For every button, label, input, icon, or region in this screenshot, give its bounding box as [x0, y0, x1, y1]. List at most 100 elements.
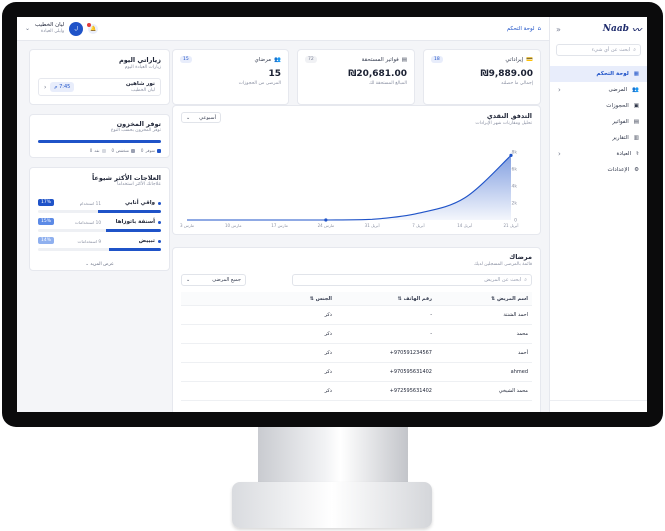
treatment-count: 9 استخدامات: [77, 239, 101, 244]
stat-badge: 18: [431, 56, 443, 63]
sidebar-item-clinic[interactable]: ⚕ العيادة ‹: [550, 146, 647, 162]
cell-name: ahmed: [510, 369, 528, 375]
x-tick-label: أبريل 14: [457, 223, 472, 228]
y-tick-label: 6k: [512, 167, 518, 173]
y-tick-label: 2k: [512, 201, 518, 207]
stat-subtitle: المرضى من الحجوزات: [238, 81, 281, 86]
notification-bell-icon[interactable]: 🔔: [87, 22, 99, 34]
treatments-title: العلاجات الأكثر شيوعاً: [91, 174, 161, 182]
chevron-down-icon[interactable]: ⌄: [25, 25, 30, 32]
stat-subtitle: المبالغ المستحقة لك: [369, 81, 407, 86]
monitor-stand-neck: [258, 427, 408, 487]
treatment-bar: [38, 248, 161, 251]
cell-gender: ذكر: [324, 388, 332, 394]
treatment-row[interactable]: واقي أنابي 11 استخدام 17%: [38, 199, 161, 219]
treatment-name: أسنفة باتوزاها: [115, 219, 155, 225]
user-clinic: وايلي العيادة: [40, 29, 65, 35]
sidebar-item-label: الإعدادات: [607, 167, 630, 173]
stat-card-due-invoices: ▤ فواتير المستحقة 72 ₪20,681.00 المبالغ ا…: [297, 49, 415, 105]
table-row[interactable]: محمد الشيخي +972595631402 ذكر: [181, 382, 532, 401]
stat-label: إيراداتي: [505, 56, 524, 63]
bullet-icon: [158, 220, 161, 224]
visits-card: زياراتي اليوم زيارات العيادة اليوم نور ش…: [29, 49, 170, 105]
patient-filter-select[interactable]: جميع المرضى ⌄: [181, 274, 246, 286]
x-tick-label: أبريل 7: [412, 223, 424, 228]
gear-icon: ⚙: [634, 167, 639, 173]
table-row[interactable]: محمد - ذكر: [181, 325, 532, 344]
patients-subtitle: قائمة بالمرضى المسجلين لديك: [474, 262, 532, 267]
sidebar-item-dashboard[interactable]: ▦ لوحة التحكم: [550, 66, 647, 82]
app-screen: 〰 Naab « ⌕ ابحث عن أي شيء ▦ لوحة التحكم …: [17, 17, 647, 412]
notification-dot: [87, 22, 92, 27]
inventory-card: توفر المخزون توفر المخزون بحسب النوع متو…: [29, 114, 170, 158]
stat-card-revenue: 💳 إيراداتي 18 ₪9,889.00 إجمالي ما حصلته: [423, 49, 541, 105]
sidebar-item-invoices[interactable]: ▤ الفواتير: [550, 114, 647, 130]
chevron-down-icon: ⌄: [186, 114, 191, 121]
collapse-sidebar-icon[interactable]: «: [556, 25, 561, 34]
chevron-left-icon[interactable]: ‹: [44, 84, 46, 91]
visit-time: 7:45 م: [50, 82, 75, 92]
table-row[interactable]: ahmed +970595631402 ذكر: [181, 363, 532, 382]
stethoscope-icon: ⚕: [636, 151, 639, 157]
show-more-link[interactable]: عرض المزيد ⌄: [30, 262, 169, 267]
sidebar-item-label: الفواتير: [612, 119, 629, 125]
home-icon: ⌂: [537, 25, 542, 32]
treatment-row[interactable]: تبييض 9 استخدامات 14%: [38, 237, 161, 257]
breadcrumb-label: لوحة التحكم: [506, 25, 535, 32]
user-menu[interactable]: 🔔 ل ليان الخطيب وايلي العيادة ⌄: [25, 21, 99, 36]
sidebar-item-patients[interactable]: 👥 المرضى ‹: [550, 82, 647, 98]
treatment-percent: 17%: [38, 199, 55, 206]
treatment-bar: [38, 229, 161, 232]
column-header-name[interactable]: اسم المريض ⇅: [432, 296, 532, 302]
calendar-icon: ▣: [633, 103, 639, 109]
logo-mark-icon: 〰: [631, 25, 641, 36]
legend-item: متوفر 0: [141, 148, 161, 153]
table-row[interactable]: احمد الشنتة - ذكر: [181, 306, 532, 325]
y-tick-label: 8k: [512, 150, 518, 156]
stat-label: مرضاي: [254, 56, 272, 63]
inventory-progress-fill: [38, 140, 161, 143]
inventory-legend: متوفر 0 منخفض 0 نفد 0: [90, 148, 161, 153]
treatment-percent: 14%: [38, 237, 55, 244]
patients-table: اسم المريض ⇅ رقم الهاتف ⇅ الجنس ⇅ احمد ا…: [181, 292, 532, 401]
cell-phone: -: [430, 312, 432, 318]
treatment-percent: 15%: [38, 218, 55, 225]
cashflow-card: 8k 6k 4k 2k 0 مارس 3 مارس 10 مارس 17 مارس 24 أبري…: [172, 105, 541, 235]
column-header-phone[interactable]: رقم الهاتف ⇅: [332, 296, 432, 302]
stat-value: 15: [268, 69, 281, 79]
patient-search-input[interactable]: ⌕ ابحث عن المريض: [292, 274, 532, 286]
sidebar-item-reports[interactable]: ▥ التقارير: [550, 130, 647, 146]
treatment-row[interactable]: أسنفة باتوزاها 10 استخدامات 15%: [38, 218, 161, 238]
visit-item[interactable]: نور شاهين ليان الخطيب 7:45 م ‹: [38, 78, 161, 96]
cell-name: محمد الشيخي: [498, 388, 528, 394]
sidebar-header: 〰 Naab «: [550, 17, 647, 41]
sidebar-search[interactable]: ⌕ ابحث عن أي شيء: [556, 44, 641, 56]
sidebar-item-bookings[interactable]: ▣ الحجوزات: [550, 98, 647, 114]
sidebar-item-settings[interactable]: ⚙ الإعدادات: [550, 162, 647, 178]
report-icon: ▥: [633, 135, 639, 141]
table-header: اسم المريض ⇅ رقم الهاتف ⇅ الجنس ⇅: [181, 292, 532, 306]
x-tick-label: أبريل 31: [365, 223, 380, 228]
column-header-gender[interactable]: الجنس ⇅: [232, 296, 332, 302]
visit-info: نور شاهين ليان الخطيب: [126, 81, 155, 94]
avatar[interactable]: ل: [69, 21, 84, 36]
cell-name: أحمد: [518, 350, 528, 356]
cell-name: محمد: [516, 331, 528, 337]
chevron-down-icon: ⌄: [186, 277, 191, 283]
sidebar-footer: [550, 400, 647, 412]
sidebar-item-label: المرضى: [608, 87, 628, 93]
cell-phone: +970591234567: [389, 350, 432, 356]
period-value: أسبوعي: [199, 114, 216, 121]
stat-badge: 72: [305, 56, 317, 63]
patients-title: مرضاك: [509, 253, 532, 261]
monitor: 〰 Naab « ⌕ ابحث عن أي شيء ▦ لوحة التحكم …: [0, 0, 665, 531]
user-meta: ليان الخطيب وايلي العيادة: [35, 22, 64, 35]
inventory-progress-bar: [38, 140, 161, 143]
period-select[interactable]: أسبوعي ⌄: [181, 112, 221, 123]
breadcrumb[interactable]: ⌂ لوحة التحكم: [507, 26, 541, 32]
invoice-icon: ▤: [633, 119, 639, 125]
users-icon: 👥: [274, 56, 281, 63]
table-row[interactable]: أحمد +970591234567 ذكر: [181, 344, 532, 363]
sidebar-item-label: العيادة: [616, 151, 632, 157]
app-logo[interactable]: 〰 Naab: [603, 23, 641, 36]
